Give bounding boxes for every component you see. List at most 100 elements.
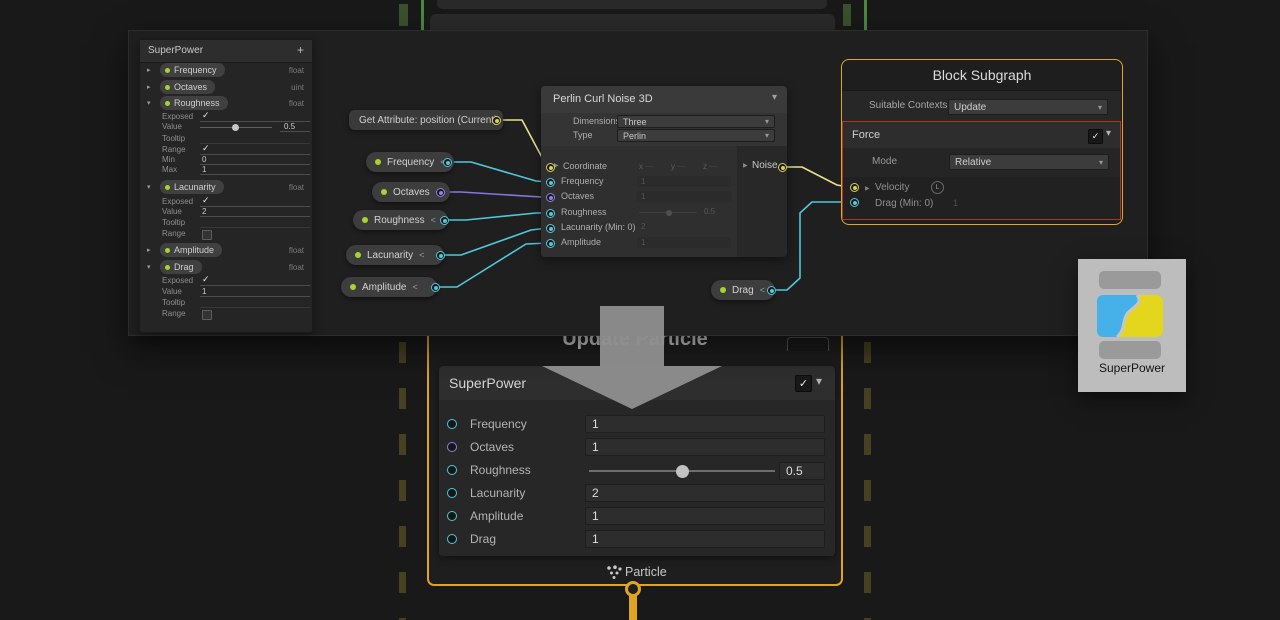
frequency-parameter-node[interactable]: Frequency < [366, 152, 454, 172]
block-collapse-chevron[interactable]: ▾ [816, 374, 822, 388]
mode-dropdown[interactable]: Relative ▾ [949, 154, 1109, 170]
asset-label: SuperPower [1078, 361, 1186, 375]
type-dropdown[interactable]: Perlin ▾ [617, 129, 775, 142]
superpower-asset[interactable]: SuperPower [1078, 259, 1186, 392]
lacunarity-block-port[interactable] [447, 488, 457, 498]
dropdown-arrow-icon: ▾ [765, 131, 769, 140]
frequency-block-port[interactable] [447, 419, 457, 429]
dropdown-arrow-icon: ▾ [1099, 158, 1103, 167]
velocity-subgraph-port[interactable] [850, 183, 859, 192]
block-subgraph-panel[interactable]: Block Subgraph Suitable Contexts Update … [841, 59, 1123, 225]
input-value-field[interactable]: 2 [641, 222, 645, 231]
collapse-icon[interactable]: < [760, 285, 765, 295]
roughness-value-field[interactable]: 0.5 [779, 462, 825, 480]
context-footer-label: Particle [625, 565, 667, 579]
local-space-badge[interactable]: L [931, 181, 944, 194]
roughness-slider-thumb[interactable] [676, 465, 689, 478]
roughness-param-port[interactable] [440, 216, 449, 225]
position-output-port[interactable] [492, 116, 501, 125]
exposed-dot-icon [375, 159, 381, 165]
octaves-value-field[interactable]: 1 [585, 438, 825, 456]
octaves-block-port[interactable] [447, 442, 457, 452]
amplitude-input-port[interactable] [546, 239, 555, 248]
wire-amplitude[interactable] [437, 243, 548, 287]
lacunarity-parameter-node[interactable]: Lacunarity < [346, 245, 444, 265]
mode-label: Mode [872, 156, 897, 167]
input-slider-thumb[interactable] [666, 210, 672, 216]
get-attribute-node[interactable]: Get Attribute: position (Current) [349, 110, 503, 130]
asset-tile-top [1099, 271, 1161, 289]
flow-dash-line-left [399, 342, 406, 620]
spawn-flow-dash-left [399, 4, 408, 26]
input-value-field[interactable]: 1 [637, 237, 731, 248]
lacunarity-param-port[interactable] [436, 251, 445, 260]
suitable-contexts-dropdown[interactable]: Update ▾ [948, 99, 1108, 115]
input-value-field[interactable]: 1 [637, 191, 731, 202]
flow-dash-line-right [864, 342, 871, 620]
frequency-input-port[interactable] [546, 178, 555, 187]
wire-roughness[interactable] [446, 213, 548, 220]
lacunarity-input-port[interactable] [546, 224, 555, 233]
down-arrow-annotation [542, 306, 722, 409]
collapse-icon[interactable]: < [419, 250, 424, 260]
block-enabled-checkbox[interactable]: ✓ [795, 375, 812, 392]
input-label: Amplitude [561, 237, 601, 247]
dropdown-arrow-icon: ▾ [765, 117, 769, 126]
node-collapse-chevron[interactable]: ▾ [772, 92, 777, 103]
coord-z-field[interactable]: z — [703, 162, 717, 171]
perlin-node-header[interactable]: Perlin Curl Noise 3D ▾ [541, 86, 787, 113]
triangle-icon: ▶ [743, 162, 748, 169]
noise-output-port[interactable] [778, 163, 787, 172]
noise-output-label: Noise [752, 160, 778, 171]
input-value-field[interactable]: 1 [637, 176, 731, 187]
superpower-block-title: SuperPower [449, 375, 526, 391]
wire-octaves[interactable] [442, 192, 548, 197]
subgraph-editor-panel: SuperPower + ▸ Frequency float ▸ Octaves… [128, 30, 1148, 336]
collapse-icon[interactable]: < [431, 215, 436, 225]
triangle-icon[interactable]: ▶ [865, 185, 870, 192]
force-block-header[interactable]: Force ✓ ▾ [843, 122, 1120, 148]
coord-x-field[interactable]: x — [639, 162, 653, 171]
amplitude-value-field[interactable]: 1 [585, 507, 825, 525]
drag-subgraph-port[interactable] [850, 198, 859, 207]
wire-lacunarity[interactable] [442, 228, 548, 255]
force-collapse-chevron[interactable]: ▾ [1106, 128, 1111, 139]
dimensions-dropdown[interactable]: Three ▾ [617, 115, 775, 128]
drag-parameter-node[interactable]: Drag < [711, 280, 775, 300]
exposed-dot-icon [362, 217, 368, 223]
drag-value-field[interactable]: 1 [585, 530, 825, 548]
wire-frequency[interactable] [449, 162, 548, 182]
perlin-curl-noise-node[interactable]: Perlin Curl Noise 3D ▾ Dimensions Three … [541, 86, 787, 257]
drag-input-value[interactable]: 1 [953, 198, 958, 208]
roughness-input-port[interactable] [546, 209, 555, 218]
collapse-icon[interactable]: < [412, 282, 417, 292]
velocity-input-label: Velocity [875, 182, 909, 193]
exposed-dot-icon [350, 284, 356, 290]
force-block-title: Force [852, 129, 880, 141]
force-block[interactable]: Force ✓ ▾ Mode Relative ▾ ▶ Velocity L D… [842, 121, 1121, 220]
amplitude-parameter-node[interactable]: Amplitude < [341, 277, 437, 297]
frequency-value-field[interactable]: 1 [585, 415, 825, 433]
context-header-widget[interactable] [787, 337, 829, 351]
row-label: Octaves [470, 440, 514, 454]
input-value-field[interactable]: 0.5 [704, 207, 715, 216]
octaves-param-port[interactable] [436, 188, 445, 197]
context-output-flow-anchor[interactable] [625, 581, 641, 597]
force-enabled-checkbox[interactable]: ✓ [1088, 129, 1103, 144]
exposed-dot-icon [355, 252, 361, 258]
suitable-contexts-row: Suitable Contexts Update ▾ [842, 90, 1121, 122]
wire-noise-to-velocity[interactable] [786, 167, 848, 187]
drag-block-port[interactable] [447, 534, 457, 544]
row-label: Amplitude [470, 509, 523, 523]
amplitude-param-port[interactable] [431, 283, 440, 292]
roughness-block-port[interactable] [447, 465, 457, 475]
roughness-parameter-node[interactable]: Roughness < [353, 210, 448, 230]
frequency-param-port[interactable] [443, 158, 452, 167]
amplitude-block-port[interactable] [447, 511, 457, 521]
lacunarity-value-field[interactable]: 2 [585, 484, 825, 502]
coordinate-input-port[interactable] [546, 163, 555, 172]
coord-y-field[interactable]: y — [671, 162, 685, 171]
octaves-input-port[interactable] [546, 193, 555, 202]
vfx-graph-canvas[interactable]: Update Particle SuperPower ✓ ▾ Frequency… [0, 0, 1280, 620]
drag-param-port[interactable] [767, 286, 776, 295]
